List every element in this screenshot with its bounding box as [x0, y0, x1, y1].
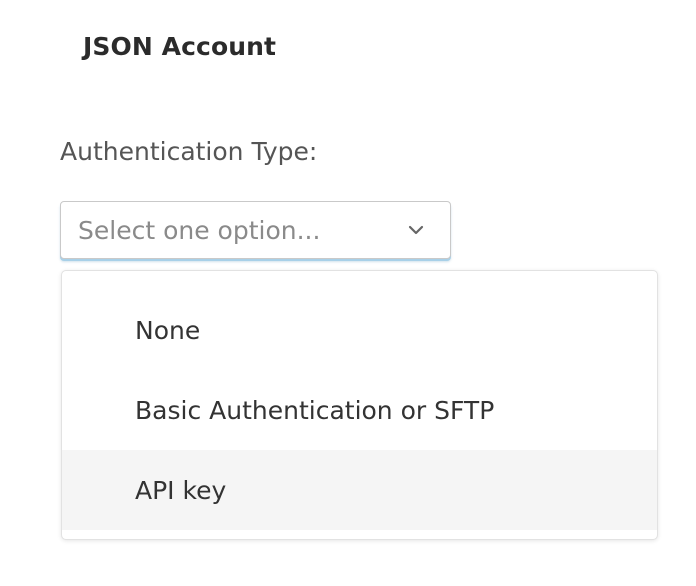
authentication-type-select[interactable]: Select one option... — [60, 201, 451, 259]
option-basic-authentication-or-sftp[interactable]: Basic Authentication or SFTP — [62, 370, 657, 450]
option-api-key[interactable]: API key — [62, 450, 657, 530]
chevron-down-icon — [408, 225, 424, 235]
option-list: None Basic Authentication or SFTP API ke… — [62, 290, 657, 530]
select-placeholder: Select one option... — [78, 216, 321, 245]
page-title: JSON Account — [83, 32, 277, 61]
authentication-type-dropdown: None Basic Authentication or SFTP API ke… — [61, 270, 658, 540]
option-none[interactable]: None — [62, 290, 657, 370]
authentication-type-label: Authentication Type: — [60, 137, 318, 166]
